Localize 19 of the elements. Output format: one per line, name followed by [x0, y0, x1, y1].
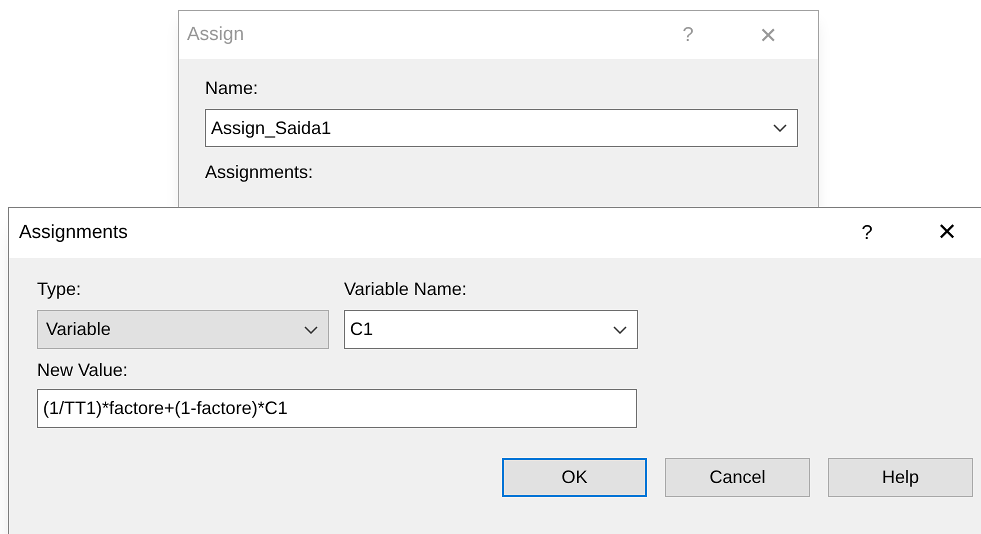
section-label: Assignments:	[205, 161, 314, 183]
dropdown[interactable]: Variable	[37, 310, 329, 349]
chevron-icon	[613, 326, 627, 334]
dialog-button[interactable]: Cancel	[665, 458, 810, 497]
combo-box[interactable]: Assign_Saida1	[205, 109, 798, 147]
input-field[interactable]: (1/TT1)*factore+(1-factore)*C1	[37, 389, 637, 428]
field-label: Variable Name:	[344, 278, 468, 300]
field-label: Type:	[37, 278, 82, 300]
dialog-button[interactable]: OK	[502, 458, 647, 497]
help-button[interactable]: ?	[847, 218, 887, 248]
combo-box[interactable]: C1	[344, 310, 638, 349]
chevron-icon	[773, 124, 787, 132]
window-title: Assign	[187, 22, 246, 47]
field-label: New Value:	[37, 359, 129, 381]
window-title: Assignments	[19, 220, 129, 245]
dialog-button[interactable]: Help	[828, 458, 973, 497]
chevron-icon	[304, 326, 318, 334]
close-button[interactable]: ✕	[927, 215, 967, 251]
field-label: Name:	[205, 77, 260, 99]
